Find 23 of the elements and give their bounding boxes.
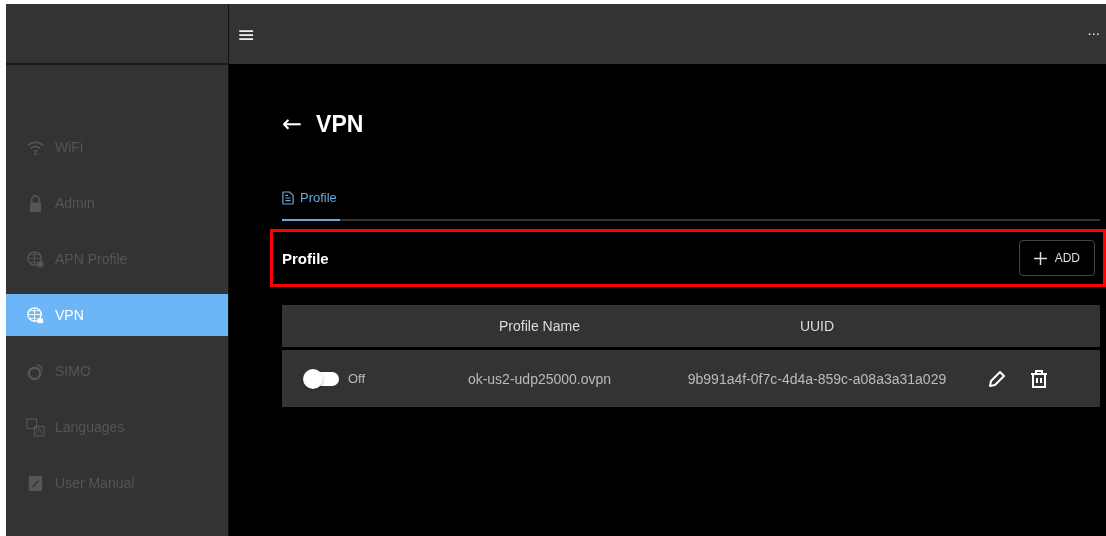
page-title: VPN (316, 110, 364, 138)
edit-button[interactable] (987, 368, 1007, 389)
tab[interactable]: Profile (282, 178, 340, 221)
sidebar-item[interactable]: VPN (6, 294, 228, 336)
add-button[interactable]: ADD (1018, 240, 1095, 276)
toggle-label: Off (348, 371, 366, 386)
plus-icon (1033, 251, 1047, 265)
signal-icon (26, 361, 45, 381)
delete-button[interactable] (1029, 368, 1049, 389)
section-title: Profile (282, 249, 329, 267)
toggle-switch[interactable] (305, 371, 339, 386)
globe-gear-icon (26, 249, 45, 269)
book-icon (26, 473, 45, 493)
column-header: UUID (798, 318, 836, 334)
table-cell-text: 9b991a4f-0f7c-4d4a-859c-a08a3a31a029 (686, 370, 948, 387)
back-button[interactable]: ← (282, 110, 303, 138)
table-cell-text: ok-us2-udp25000.ovpn (466, 370, 613, 387)
menu-button[interactable]: ≡ (235, 21, 258, 47)
globe-lock-icon (26, 305, 45, 325)
document-icon (282, 190, 294, 205)
translate-icon (26, 417, 45, 437)
more-button[interactable]: ··· (1085, 26, 1102, 42)
column-header: Profile Name (498, 318, 581, 334)
